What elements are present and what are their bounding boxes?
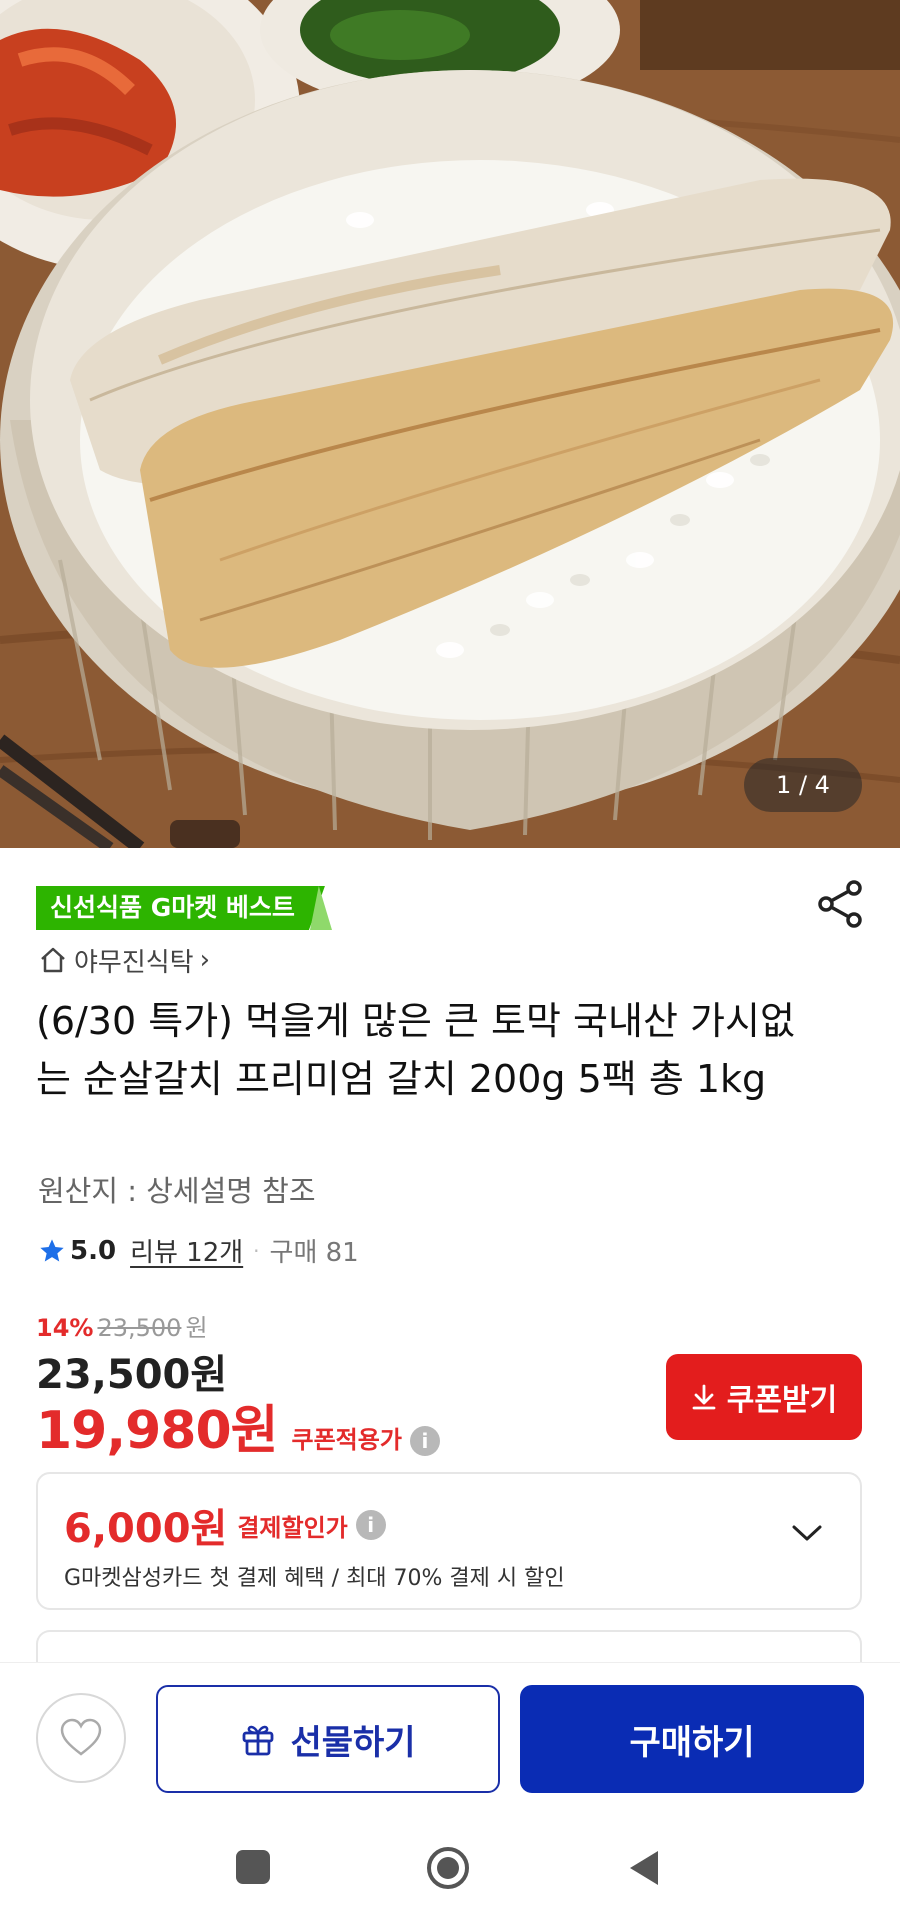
gift-icon [243,1725,274,1756]
share-icon[interactable] [814,878,866,930]
original-price-unit: 원 [185,1314,208,1342]
home-icon [41,947,65,973]
discount-percent: 14% [36,1314,94,1342]
get-coupon-button[interactable]: 쿠폰받기 [666,1354,862,1440]
coupon-price: 19,980원 [36,1401,279,1461]
discount-row: 14% 23,500 원 [36,1308,208,1343]
heart-icon [60,1718,102,1756]
card-discount-row: 6,000원 결제할인가 i [64,1496,386,1554]
card-discount-panel[interactable]: 6,000원 결제할인가 i G마켓삼성카드 첫 결제 혜택 / 최대 70% … [36,1472,862,1610]
chevron-down-icon[interactable] [790,1522,824,1544]
rating-score: 5.0 [70,1235,117,1266]
info-icon[interactable]: i [355,1510,386,1540]
store-name: 야무진식탁 [74,947,194,978]
origin-info: 원산지 : 상세설명 참조 [38,1174,316,1208]
store-link[interactable]: 야무진식탁 › [38,940,210,980]
purchase-count: 구매 81 [269,1238,359,1268]
product-photo [0,0,900,848]
rating-row: 5.0 리뷰 12개 · 구매 81 [38,1232,359,1269]
buy-button[interactable]: 구매하기 [520,1685,864,1793]
original-price: 23,500 [97,1314,182,1342]
image-counter: 1 / 4 [744,758,862,812]
product-title: (6/30 특가) 먹을게 많은 큰 토막 국내산 가시없는 순살갈치 프리미엄… [36,999,795,1101]
coupon-price-label: 쿠폰적용가 [291,1426,402,1454]
separator-dot: · [253,1238,260,1263]
gift-button-label: 선물하기 [290,1722,416,1763]
card-discount-amount: 6,000원 [64,1506,228,1552]
info-icon[interactable]: i [409,1426,440,1456]
product-image[interactable]: 1 / 4 [0,0,900,848]
buy-button-label: 구매하기 [629,1722,755,1763]
download-icon [692,1384,716,1410]
gift-button[interactable]: 선물하기 [156,1685,500,1793]
store-chevron: › [199,945,211,975]
star-icon [40,1238,64,1261]
best-badge: 신선식품 G마켓 베스트 [36,886,325,930]
home-button-icon[interactable] [426,1846,470,1890]
back-icon[interactable] [626,1848,662,1888]
system-navigation-bar [0,1798,900,1920]
recent-apps-icon[interactable] [236,1850,270,1884]
card-discount-description: G마켓삼성카드 첫 결제 혜택 / 최대 70% 결제 시 할인 [64,1566,565,1591]
review-count-link[interactable]: 리뷰 12개 [130,1232,243,1269]
coupon-button-label: 쿠폰받기 [726,1383,838,1418]
card-discount-label: 결제할인가 [237,1513,348,1542]
bottom-action-bar: 선물하기 구매하기 [0,1662,900,1799]
wishlist-button[interactable] [36,1693,126,1783]
coupon-price-row: 19,980원 쿠폰적용가 i [36,1388,440,1463]
